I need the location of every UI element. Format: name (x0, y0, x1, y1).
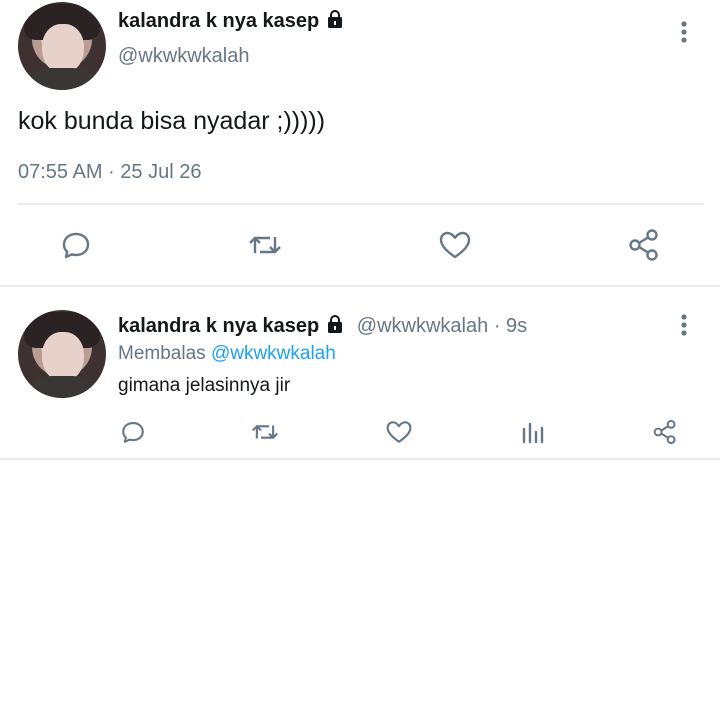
author-name[interactable]: kalandra k nya kasep (118, 10, 319, 32)
reply-button[interactable] (56, 225, 96, 265)
replying-to: Membalas @wkwkwkalah (118, 342, 336, 366)
reply-author-handle[interactable]: @wkwkwkalah (357, 315, 488, 337)
reply-button[interactable] (118, 417, 148, 447)
author-avatar[interactable] (18, 2, 106, 90)
replying-to-handle[interactable]: @wkwkwkalah (211, 343, 336, 364)
analytics-icon (522, 422, 544, 444)
like-button[interactable] (435, 225, 475, 265)
tweet-timestamp[interactable]: 07:55 AM · 25 Jul 26 (18, 160, 201, 184)
reply-author-name[interactable]: kalandra k nya kasep (118, 315, 319, 337)
more-options-icon[interactable] (676, 313, 692, 342)
analytics-button[interactable] (518, 417, 548, 447)
reply-text: gimana jelasinnya jir (118, 375, 291, 396)
reply-icon (62, 232, 90, 259)
author-handle[interactable]: @wkwkwkalah (118, 44, 249, 68)
like-button[interactable] (384, 417, 414, 447)
share-icon (629, 229, 658, 261)
retweet-button[interactable] (249, 417, 281, 447)
reply-time-ago[interactable]: 9s (506, 315, 527, 337)
share-icon (653, 419, 676, 445)
author-name-row: kalandra k nya kasep (118, 9, 345, 35)
reply-author-avatar[interactable] (18, 310, 106, 398)
tweet-text: kok bunda bisa nyadar ;))))) (18, 107, 326, 135)
retweet-icon (249, 236, 281, 254)
avatar-shirt (22, 68, 102, 90)
share-button[interactable] (624, 225, 664, 265)
retweet-icon (252, 425, 278, 439)
reply-icon (122, 422, 144, 443)
share-button[interactable] (650, 417, 680, 447)
avatar-face (42, 24, 84, 74)
reply-separator: · (493, 315, 501, 337)
reply-header: kalandra k nya kasep @wkwkwkalah · 9s (118, 314, 527, 340)
divider (0, 458, 720, 460)
lock-icon (325, 9, 345, 35)
divider (18, 203, 704, 205)
avatar-shirt (22, 376, 102, 398)
divider (0, 285, 720, 287)
retweet-button[interactable] (245, 225, 285, 265)
more-options-icon[interactable] (676, 20, 692, 49)
replying-prefix: Membalas (118, 343, 206, 364)
avatar-face (42, 332, 84, 382)
lock-icon (325, 314, 345, 340)
like-icon (439, 231, 471, 259)
like-icon (386, 421, 412, 443)
